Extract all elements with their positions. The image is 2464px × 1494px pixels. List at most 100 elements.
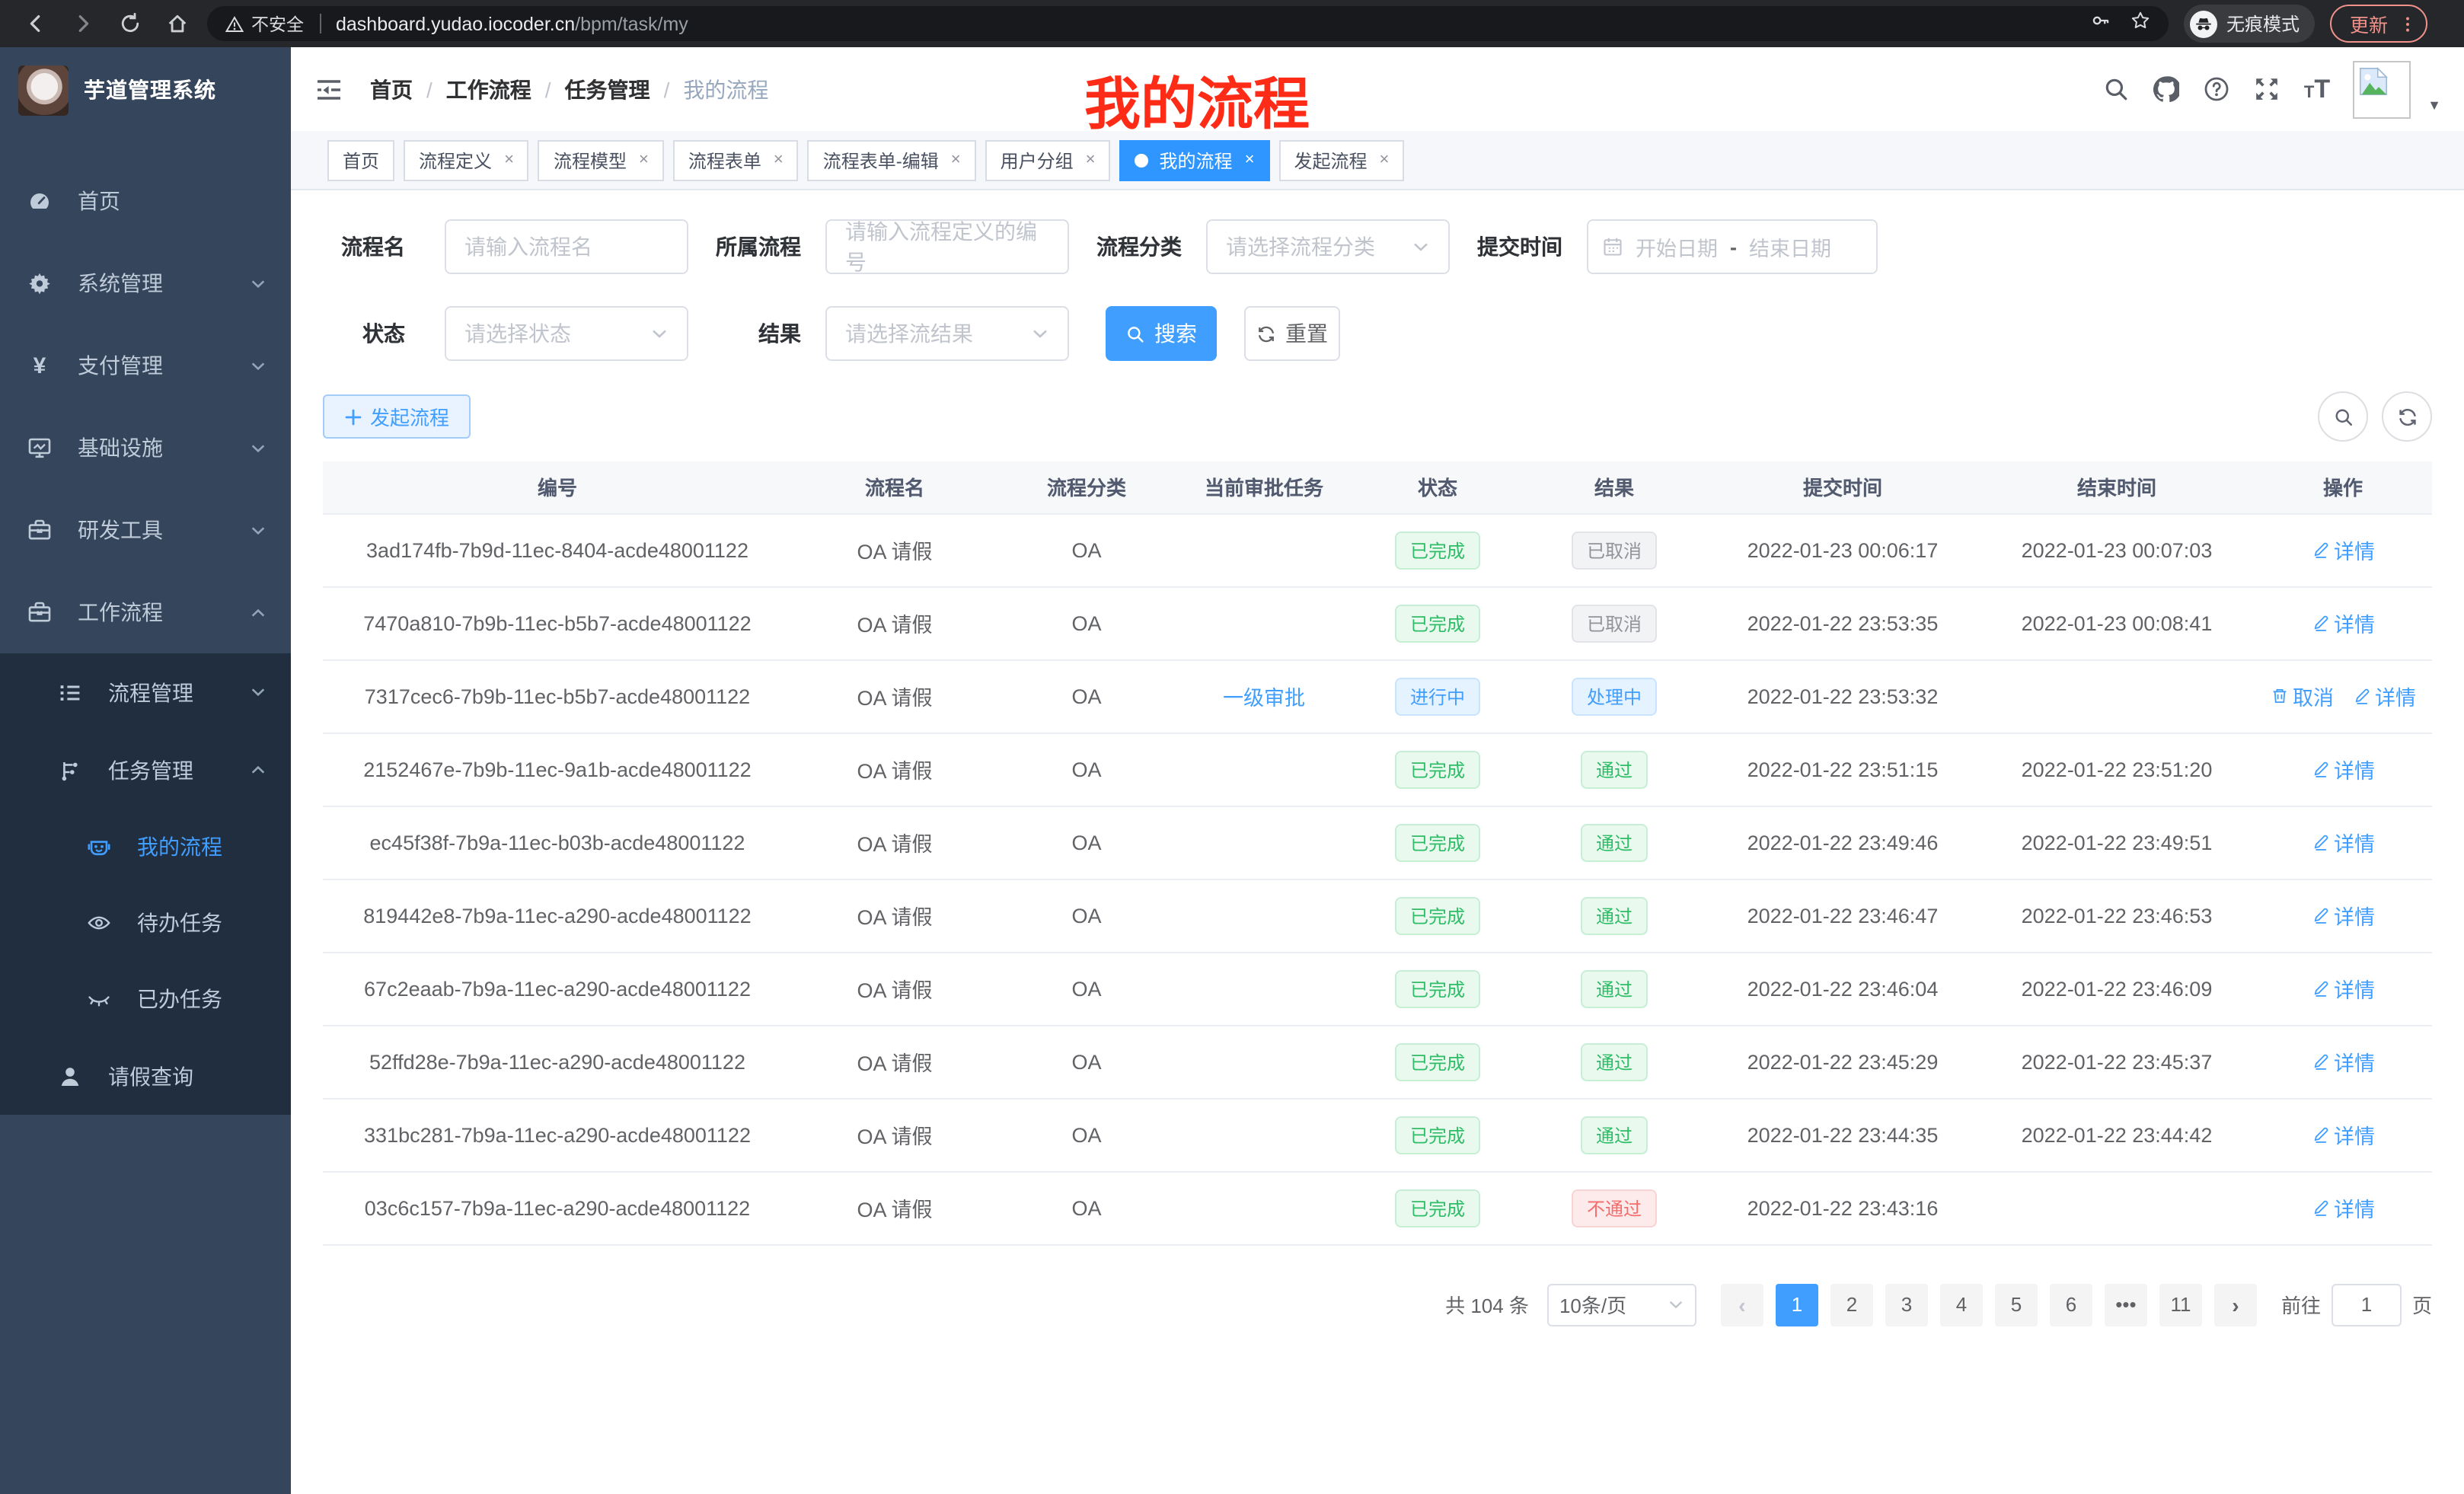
close-icon[interactable]: ×: [951, 151, 961, 169]
column-header-流程分类: 流程分类: [997, 461, 1176, 513]
bookmark-star-icon[interactable]: [2130, 10, 2150, 37]
breadcrumb-task-mgmt[interactable]: 任务管理: [565, 74, 650, 104]
close-icon[interactable]: ×: [1379, 151, 1389, 169]
page-button-11[interactable]: 11: [2159, 1283, 2202, 1326]
close-icon[interactable]: ×: [1245, 151, 1255, 169]
hamburger-icon[interactable]: [314, 74, 344, 104]
key-icon[interactable]: [2091, 10, 2111, 37]
page-ellipsis[interactable]: •••: [2105, 1283, 2147, 1326]
fullscreen-icon[interactable]: [2254, 75, 2281, 103]
close-icon[interactable]: ×: [1086, 151, 1096, 169]
submit-time-cell: 2022-01-22 23:49:46: [1706, 806, 1980, 879]
actions-cell: 详情: [2254, 806, 2432, 879]
plus-icon: [344, 407, 362, 426]
next-page-button[interactable]: ›: [2214, 1283, 2257, 1326]
column-header-提交时间: 提交时间: [1706, 461, 1980, 513]
sidebar-item-4-研发工具[interactable]: 研发工具: [0, 489, 291, 571]
result-tag: 通过: [1581, 969, 1648, 1007]
search-button[interactable]: 搜索: [1106, 306, 1217, 361]
avatar[interactable]: [2353, 60, 2411, 118]
tab-首页[interactable]: 首页: [327, 139, 394, 180]
breadcrumb-home[interactable]: 首页: [370, 74, 413, 104]
sidebar-item-0-首页[interactable]: 首页: [0, 160, 291, 242]
detail-link[interactable]: 详情: [2311, 754, 2375, 784]
tab-发起流程[interactable]: 发起流程×: [1278, 139, 1404, 180]
sidebar-item-3-基础设施[interactable]: 基础设施: [0, 407, 291, 489]
detail-link[interactable]: 详情: [2311, 973, 2375, 1004]
detail-link[interactable]: 详情: [2311, 827, 2375, 857]
forward-icon[interactable]: [65, 7, 99, 40]
table-toolbar: 发起流程: [323, 391, 2432, 442]
sidebar-item-11-请假查询[interactable]: 请假查询: [0, 1037, 291, 1115]
detail-link[interactable]: 详情: [2311, 900, 2375, 931]
tab-流程表单[interactable]: 流程表单×: [673, 139, 799, 180]
status-select[interactable]: 请选择状态: [445, 306, 688, 361]
detail-link[interactable]: 详情: [2311, 535, 2375, 565]
detail-link[interactable]: 详情: [2311, 1192, 2375, 1223]
show-search-toggle-button[interactable]: [2318, 391, 2368, 442]
tab-流程表单-编辑[interactable]: 流程表单-编辑×: [808, 139, 976, 180]
header-search-icon[interactable]: [2103, 75, 2130, 103]
submit-time-range-input[interactable]: 开始日期 - 结束日期: [1587, 219, 1878, 274]
home-icon[interactable]: [160, 7, 193, 40]
font-size-icon[interactable]: TT: [2304, 76, 2330, 102]
reload-icon[interactable]: [113, 7, 146, 40]
sidebar-item-10-已办任务[interactable]: 已办任务: [0, 961, 291, 1037]
close-icon[interactable]: ×: [774, 151, 784, 169]
table-row: 03c6c157-7b9a-11ec-a290-acde48001122OA 请…: [323, 1171, 2432, 1244]
jump-page-input[interactable]: [2332, 1283, 2402, 1326]
status-tag: 已完成: [1395, 1189, 1480, 1227]
tab-流程模型[interactable]: 流程模型×: [538, 139, 664, 180]
reset-button[interactable]: 重置: [1244, 306, 1340, 361]
process-definition-input[interactable]: 请输入流程定义的编号: [825, 219, 1069, 274]
detail-link[interactable]: 详情: [2352, 681, 2416, 711]
close-icon[interactable]: ×: [504, 151, 514, 169]
update-button[interactable]: 更新: [2330, 5, 2427, 43]
page-button-1[interactable]: 1: [1776, 1283, 1818, 1326]
calendar-icon: [1602, 236, 1623, 257]
status-cell: 已完成: [1352, 586, 1523, 659]
result-select[interactable]: 请选择流结果: [825, 306, 1069, 361]
page-button-2[interactable]: 2: [1830, 1283, 1873, 1326]
avatar-caret-icon[interactable]: ▼: [2427, 97, 2441, 112]
sidebar-item-2-支付管理[interactable]: ¥支付管理: [0, 324, 291, 407]
url-path: /bpm/task/my: [575, 13, 688, 34]
security-warning[interactable]: 不安全: [225, 11, 304, 36]
page-button-3[interactable]: 3: [1885, 1283, 1928, 1326]
sidebar-item-9-待办任务[interactable]: 待办任务: [0, 885, 291, 961]
back-icon[interactable]: [18, 7, 52, 40]
submit-time-cell: 2022-01-22 23:46:04: [1706, 952, 1980, 1025]
cancel-link[interactable]: 取消: [2270, 681, 2334, 711]
sidebar-item-5-工作流程[interactable]: 工作流程: [0, 571, 291, 653]
detail-link[interactable]: 详情: [2311, 608, 2375, 638]
close-icon[interactable]: ×: [639, 151, 649, 169]
tab-用户分组[interactable]: 用户分组×: [985, 139, 1111, 180]
process-category-select[interactable]: 请选择流程分类: [1206, 219, 1450, 274]
page-button-6[interactable]: 6: [2050, 1283, 2092, 1326]
address-bar[interactable]: 不安全 dashboard.yudao.iocoder.cn/bpm/task/…: [207, 6, 2169, 41]
help-icon[interactable]: [2204, 75, 2231, 103]
page-button-5[interactable]: 5: [1995, 1283, 2038, 1326]
current-task-cell: [1176, 513, 1352, 586]
prev-page-button[interactable]: ‹: [1721, 1283, 1763, 1326]
status-tag: 已完成: [1395, 1042, 1480, 1081]
page-size-select[interactable]: 10条/页: [1547, 1283, 1696, 1326]
sidebar-item-8-我的流程[interactable]: 我的流程: [0, 809, 291, 885]
app-logo-row[interactable]: 芋道管理系统: [0, 47, 291, 132]
detail-link[interactable]: 详情: [2311, 1046, 2375, 1077]
create-process-button[interactable]: 发起流程: [323, 394, 471, 439]
detail-link[interactable]: 详情: [2311, 1119, 2375, 1150]
process-name-input[interactable]: 请输入流程名: [445, 219, 688, 274]
sidebar-item-1-系统管理[interactable]: 系统管理: [0, 242, 291, 324]
tab-我的流程[interactable]: 我的流程×: [1120, 139, 1270, 180]
process-category-cell: OA: [997, 733, 1176, 806]
sidebar-item-7-任务管理[interactable]: 任务管理: [0, 731, 291, 809]
breadcrumb-workflow[interactable]: 工作流程: [446, 74, 531, 104]
tab-流程定义[interactable]: 流程定义×: [404, 139, 529, 180]
refresh-table-button[interactable]: [2382, 391, 2432, 442]
chevron-up-icon: [250, 604, 267, 621]
github-icon[interactable]: [2153, 75, 2181, 103]
sidebar-item-6-流程管理[interactable]: 流程管理: [0, 653, 291, 731]
current-task-link[interactable]: 一级审批: [1223, 681, 1305, 711]
page-button-4[interactable]: 4: [1940, 1283, 1983, 1326]
